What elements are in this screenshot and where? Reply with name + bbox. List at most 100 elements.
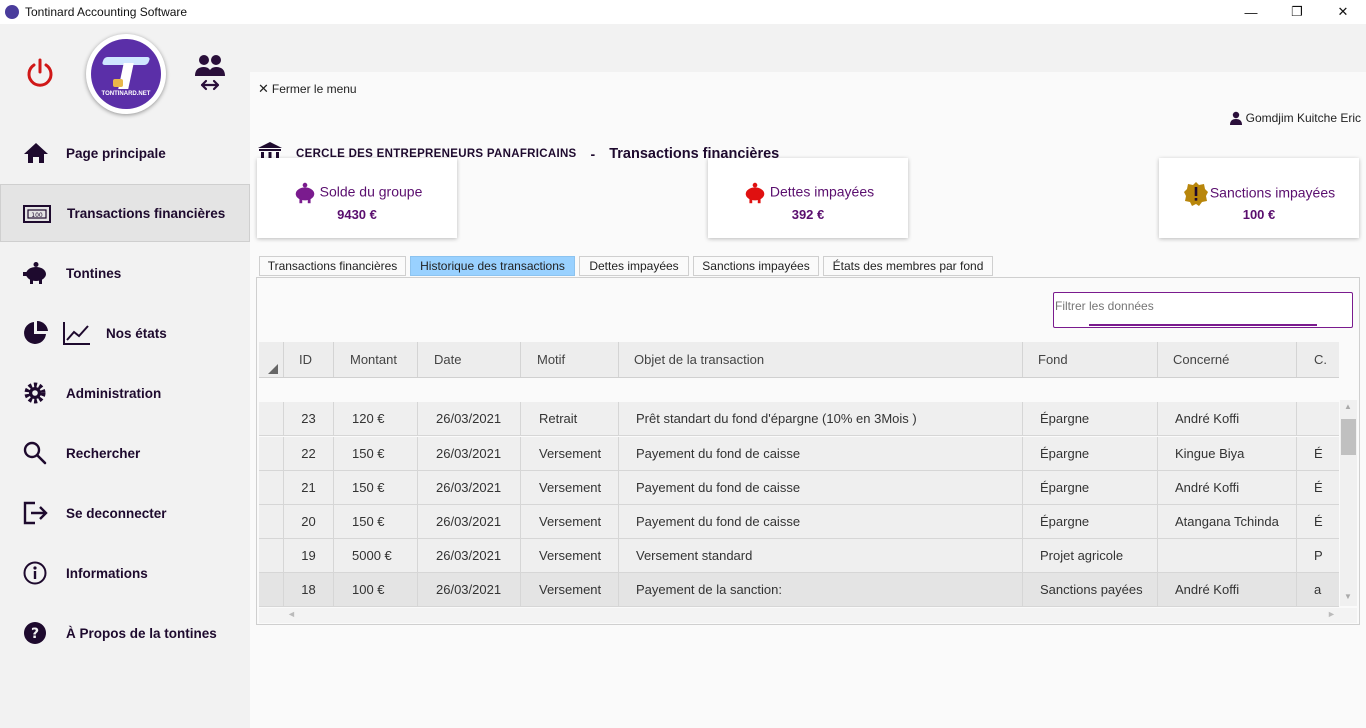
- cell-c[interactable]: É: [1296, 437, 1339, 470]
- cell-id[interactable]: 23: [283, 402, 333, 435]
- cell-date[interactable]: 26/03/2021: [417, 505, 520, 538]
- cell-fond[interactable]: Épargne: [1022, 402, 1157, 435]
- table-row[interactable]: 19 5000 €26/03/2021 Versement Versement sta…: [259, 539, 1339, 573]
- column-header-montant[interactable]: Montant: [333, 342, 417, 377]
- cell-c[interactable]: a: [1296, 573, 1339, 606]
- row-header[interactable]: [259, 471, 283, 504]
- column-header-motif[interactable]: Motif: [520, 342, 618, 377]
- row-header[interactable]: [259, 573, 283, 606]
- cell-date[interactable]: 26/03/2021: [417, 471, 520, 504]
- cell-montant[interactable]: 100 €: [333, 573, 417, 606]
- row-header[interactable]: [259, 437, 283, 470]
- cell-montant[interactable]: 5000 €: [333, 539, 417, 572]
- cell-objet[interactable]: Payement du fond de caisse: [618, 471, 1022, 504]
- cell-id[interactable]: 21: [283, 471, 333, 504]
- sidebar-item-a-propos[interactable]: ? À Propos de la tontines: [0, 604, 250, 662]
- cell-c[interactable]: P: [1296, 539, 1339, 572]
- column-header-date[interactable]: Date: [417, 342, 520, 377]
- cell-objet[interactable]: Versement standard: [618, 539, 1022, 572]
- cell-date[interactable]: 26/03/2021: [417, 437, 520, 470]
- filter-field[interactable]: [1053, 292, 1353, 328]
- cell-date[interactable]: 26/03/2021: [417, 539, 520, 572]
- sidebar-item-tontines[interactable]: Tontines: [0, 244, 250, 302]
- cell-motif[interactable]: Versement: [520, 437, 618, 470]
- cell-objet[interactable]: Payement du fond de caisse: [618, 505, 1022, 538]
- tab-sanctions-impayees[interactable]: Sanctions impayées: [693, 256, 819, 276]
- switch-user-icon[interactable]: [192, 52, 228, 92]
- cell-fond[interactable]: Épargne: [1022, 437, 1157, 470]
- cell-id[interactable]: 18: [283, 573, 333, 606]
- tab-etats-membres[interactable]: États des membres par fond: [823, 256, 993, 276]
- cell-id[interactable]: 19: [283, 539, 333, 572]
- cell-c[interactable]: É: [1296, 505, 1339, 538]
- cell-motif[interactable]: Versement: [520, 573, 618, 606]
- cell-montant[interactable]: 120 €: [333, 402, 417, 435]
- row-header[interactable]: [259, 402, 283, 435]
- select-all-corner[interactable]: [259, 342, 283, 377]
- table-row[interactable]: 20 150 €26/03/2021 Versement Payement du fo…: [259, 505, 1339, 539]
- close-button[interactable]: ✕: [1320, 0, 1366, 24]
- cell-objet[interactable]: Payement de la sanction:: [618, 573, 1022, 606]
- cell-c[interactable]: É: [1296, 471, 1339, 504]
- cell-concerne[interactable]: [1157, 539, 1296, 572]
- cell-fond[interactable]: Épargne: [1022, 471, 1157, 504]
- scroll-down-arrow[interactable]: ▼: [1344, 592, 1352, 601]
- cell-montant[interactable]: 150 €: [333, 437, 417, 470]
- row-header[interactable]: [259, 505, 283, 538]
- cell-concerne[interactable]: Kingue Biya: [1157, 437, 1296, 470]
- scroll-up-arrow[interactable]: ▲: [1344, 402, 1352, 411]
- maximize-button[interactable]: ❐: [1274, 0, 1320, 24]
- cell-motif[interactable]: Retrait: [520, 402, 618, 435]
- cell-fond[interactable]: Épargne: [1022, 505, 1157, 538]
- column-header-fond[interactable]: Fond: [1022, 342, 1157, 377]
- cell-motif[interactable]: Versement: [520, 505, 618, 538]
- cell-objet[interactable]: Payement du fond de caisse: [618, 437, 1022, 470]
- cell-motif[interactable]: Versement: [520, 539, 618, 572]
- column-header-id[interactable]: ID: [283, 342, 333, 377]
- sidebar-item-nos-etats[interactable]: Nos états: [0, 304, 250, 362]
- table-row[interactable]: 23 120 €26/03/2021 Retrait Prêt standart du…: [259, 402, 1339, 436]
- card-solde: Solde du groupe 9430 €: [257, 158, 457, 238]
- filter-input[interactable]: [1055, 295, 1335, 317]
- power-icon[interactable]: [25, 57, 55, 89]
- cell-date[interactable]: 26/03/2021: [417, 573, 520, 606]
- cell-id[interactable]: 20: [283, 505, 333, 538]
- scroll-right-arrow[interactable]: ►: [1327, 609, 1336, 619]
- sidebar-item-deconnecter[interactable]: Se deconnecter: [0, 484, 250, 542]
- cell-objet[interactable]: Prêt standart du fond d'épargne (10% en …: [618, 402, 1022, 435]
- minimize-button[interactable]: —: [1228, 0, 1274, 24]
- table-row[interactable]: 18 100 €26/03/2021 Versement Payement de la…: [259, 573, 1339, 607]
- sidebar-item-transactions[interactable]: 100 Transactions financières: [0, 184, 250, 242]
- table-row[interactable]: 22 150 €26/03/2021 Versement Payement du fo…: [259, 437, 1339, 471]
- scrollbar-thumb[interactable]: [1341, 419, 1356, 455]
- column-header-concerne[interactable]: Concerné: [1157, 342, 1296, 377]
- sidebar-item-informations[interactable]: Informations: [0, 544, 250, 602]
- cell-motif[interactable]: Versement: [520, 471, 618, 504]
- cell-id[interactable]: 22: [283, 437, 333, 470]
- cell-concerne[interactable]: André Koffi: [1157, 402, 1296, 435]
- cell-fond[interactable]: Sanctions payées: [1022, 573, 1157, 606]
- sidebar-item-home[interactable]: Page principale: [0, 124, 250, 182]
- tab-dettes-impayees[interactable]: Dettes impayées: [579, 256, 689, 276]
- cell-montant[interactable]: 150 €: [333, 505, 417, 538]
- scroll-left-arrow[interactable]: ◄: [287, 609, 296, 619]
- sidebar-item-rechercher[interactable]: Rechercher: [0, 424, 250, 482]
- column-header-c[interactable]: C.: [1296, 342, 1339, 377]
- row-header[interactable]: [259, 539, 283, 572]
- tab-historique[interactable]: Historique des transactions: [410, 256, 575, 276]
- user-info[interactable]: Gomdjim Kuitche Eric: [1229, 111, 1361, 125]
- column-header-objet[interactable]: Objet de la transaction: [618, 342, 1022, 377]
- cell-date[interactable]: 26/03/2021: [417, 402, 520, 435]
- horizontal-scrollbar[interactable]: ◄ ►: [259, 608, 1357, 623]
- cell-c[interactable]: [1296, 402, 1339, 435]
- sidebar-item-administration[interactable]: Administration: [0, 364, 250, 422]
- cell-concerne[interactable]: André Koffi: [1157, 471, 1296, 504]
- close-menu-button[interactable]: ✕ Fermer le menu: [258, 81, 357, 97]
- table-row[interactable]: 21 150 €26/03/2021 Versement Payement du fo…: [259, 471, 1339, 505]
- vertical-scrollbar[interactable]: ▲ ▼: [1340, 400, 1357, 606]
- cell-montant[interactable]: 150 €: [333, 471, 417, 504]
- tab-transactions-financieres[interactable]: Transactions financières: [259, 256, 406, 276]
- cell-fond[interactable]: Projet agricole: [1022, 539, 1157, 572]
- cell-concerne[interactable]: André Koffi: [1157, 573, 1296, 606]
- cell-concerne[interactable]: Atangana Tchinda: [1157, 505, 1296, 538]
